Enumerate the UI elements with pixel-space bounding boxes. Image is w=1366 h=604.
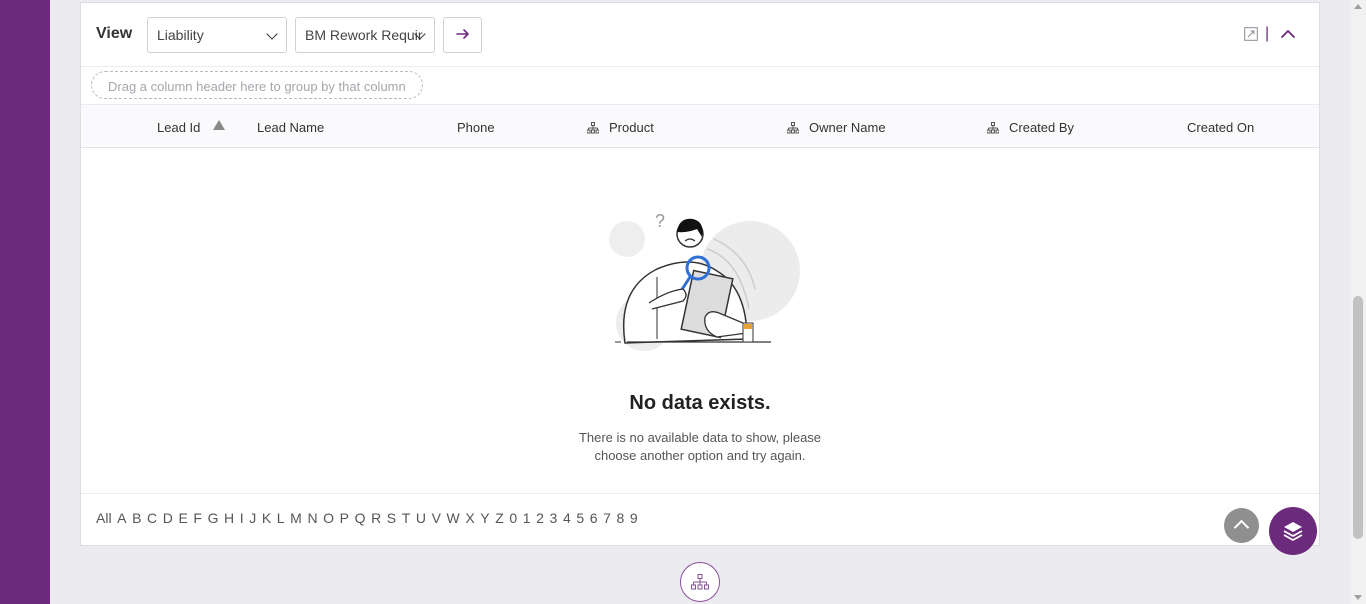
chevron-up-icon — [1233, 519, 1250, 536]
group-by-bar: Drag a column header here to group by th… — [81, 67, 1319, 105]
alphabet-filter-item[interactable]: E — [178, 510, 187, 526]
column-header-label: Owner Name — [809, 120, 886, 135]
hierarchy-icon — [691, 574, 709, 590]
leads-grid-card: View Liability BM Rework Requir | Drag a… — [80, 2, 1320, 546]
sort-ascending-icon[interactable] — [213, 120, 225, 130]
svg-text:?: ? — [655, 211, 665, 231]
view-filter-select-value: BM Rework Requir — [305, 27, 423, 43]
alphabet-filter-item[interactable]: D — [163, 510, 173, 526]
alphabet-filter-item[interactable]: 3 — [550, 510, 558, 526]
alphabet-filter-bar: All A B C D E F G H I J K L M N O P Q R S T U V W X Y Z 0 1 2 3 4 5 6 7 8 9 — [81, 493, 1319, 545]
alphabet-filter-item[interactable]: V — [432, 510, 441, 526]
alphabet-filter: All A B C D E F G H I J K L M N O P Q R S T U V W X Y Z 0 1 2 3 4 5 6 7 8 9 — [96, 510, 643, 526]
alphabet-filter-item[interactable]: 2 — [536, 510, 544, 526]
alphabet-filter-item[interactable]: Y — [480, 510, 489, 526]
alphabet-filter-item[interactable]: A — [117, 510, 126, 526]
chevron-up-icon[interactable] — [1281, 29, 1295, 39]
alphabet-filter-item[interactable]: 8 — [617, 510, 625, 526]
alphabet-filter-item[interactable]: X — [465, 510, 474, 526]
view-filter-select[interactable]: BM Rework Requir — [295, 17, 435, 53]
column-header-label: Created By — [1009, 120, 1075, 135]
column-header-label: Created On — [1187, 120, 1255, 135]
column-header-lead-name[interactable]: Lead Name — [257, 120, 324, 135]
alphabet-filter-item[interactable]: Q — [355, 510, 366, 526]
column-header-created-on[interactable]: Created On — [1187, 120, 1254, 135]
column-header-product[interactable]: Product — [587, 120, 654, 135]
column-header-owner-name[interactable]: Owner Name — [787, 120, 886, 135]
alphabet-filter-item[interactable]: C — [147, 510, 157, 526]
alphabet-filter-item[interactable]: I — [240, 510, 244, 526]
view-type-select[interactable]: Liability — [147, 17, 287, 53]
alphabet-filter-item[interactable]: U — [416, 510, 426, 526]
grid-header: Lead Id Lead Name Phone Product Owner Na… — [81, 105, 1319, 148]
arrow-right-icon — [455, 29, 469, 39]
alphabet-filter-item[interactable]: H — [224, 510, 234, 526]
alphabet-filter-item[interactable]: N — [307, 510, 317, 526]
alphabet-filter-item[interactable]: 0 — [509, 510, 517, 526]
alphabet-filter-item[interactable]: L — [277, 510, 285, 526]
hierarchy-icon — [987, 122, 999, 134]
alphabet-filter-item[interactable]: 7 — [603, 510, 611, 526]
group-by-drop-zone[interactable]: Drag a column header here to group by th… — [91, 71, 423, 99]
alphabet-filter-item[interactable]: W — [447, 510, 460, 526]
column-header-phone[interactable]: Phone — [457, 120, 495, 135]
alphabet-filter-item[interactable]: F — [193, 510, 202, 526]
hierarchy-icon — [787, 122, 799, 134]
scroll-to-top-button[interactable] — [1224, 508, 1259, 543]
empty-state-title: No data exists. — [629, 392, 771, 414]
expand-icon[interactable] — [1244, 27, 1258, 41]
alphabet-filter-item[interactable]: 1 — [523, 510, 531, 526]
alphabet-filter-item[interactable]: T — [402, 510, 411, 526]
alphabet-filter-item[interactable]: M — [290, 510, 302, 526]
scroll-up-arrow-icon[interactable] — [1354, 4, 1362, 9]
no-data-illustration: ? — [609, 211, 800, 351]
alphabet-filter-item[interactable]: 4 — [563, 510, 571, 526]
column-header-label: Lead Id — [157, 120, 201, 135]
alphabet-filter-item[interactable]: P — [340, 510, 349, 526]
alphabet-filter-item[interactable]: 5 — [576, 510, 584, 526]
alphabet-filter-item[interactable]: Z — [495, 510, 504, 526]
alphabet-filter-item[interactable]: 6 — [590, 510, 598, 526]
apply-view-button[interactable] — [443, 17, 482, 53]
left-nav-rail — [0, 0, 50, 604]
layers-fab-button[interactable] — [1269, 507, 1317, 555]
alphabet-filter-item[interactable]: K — [262, 510, 271, 526]
column-header-lead-id[interactable]: Lead Id — [157, 120, 200, 135]
chevron-down-icon — [266, 28, 278, 40]
alphabet-filter-item[interactable]: O — [323, 510, 334, 526]
grid-toolbar: View Liability BM Rework Requir | — [81, 3, 1319, 67]
alphabet-filter-item[interactable]: S — [387, 510, 396, 526]
column-header-label: Phone — [457, 120, 495, 135]
column-header-created-by[interactable]: Created By — [987, 120, 1074, 135]
alphabet-filter-item[interactable]: B — [132, 510, 141, 526]
empty-state-message: There is no available data to show, plea… — [578, 430, 822, 463]
hierarchy-view-button[interactable] — [680, 562, 720, 602]
layers-icon — [1283, 522, 1303, 541]
column-header-label: Lead Name — [257, 120, 325, 135]
column-header-label: Product — [609, 120, 654, 135]
alphabet-filter-item[interactable]: R — [371, 510, 381, 526]
view-type-select-value: Liability — [157, 27, 204, 43]
hierarchy-icon — [587, 122, 599, 134]
toolbar-divider: | — [1265, 25, 1270, 42]
alphabet-filter-item[interactable]: 9 — [630, 510, 638, 526]
alphabet-filter-item[interactable]: All — [96, 510, 112, 526]
scroll-thumb[interactable] — [1353, 296, 1363, 539]
scroll-down-arrow-icon[interactable] — [1354, 595, 1362, 600]
empty-state: ? No data exists. There is no available … — [81, 149, 1319, 493]
alphabet-filter-item[interactable]: J — [249, 510, 256, 526]
page-scrollbar[interactable] — [1350, 0, 1366, 604]
alphabet-filter-item[interactable]: G — [208, 510, 219, 526]
view-label: View — [96, 25, 133, 42]
